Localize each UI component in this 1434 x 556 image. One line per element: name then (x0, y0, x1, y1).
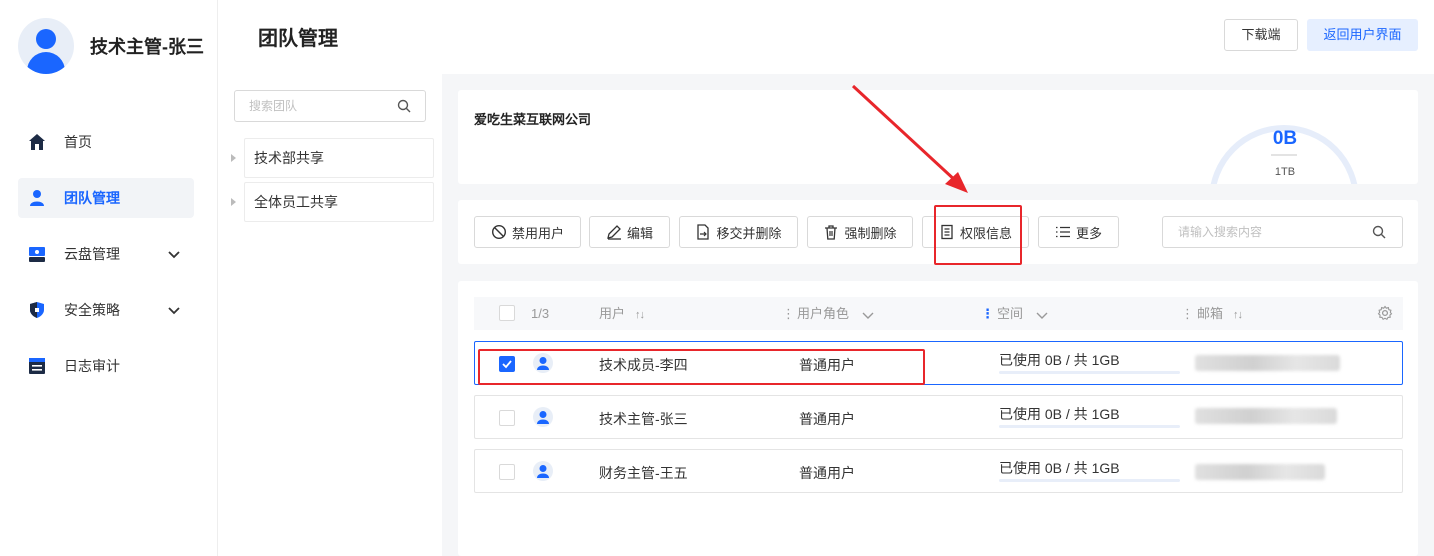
storage-used: 0B (1272, 128, 1298, 149)
sidebar-item-security[interactable]: 安全策略 (18, 290, 194, 330)
sort-icon[interactable]: ↑↓ (635, 309, 645, 321)
page-title: 团队管理 (258, 28, 338, 50)
sidebar-item-home[interactable]: 首页 (18, 122, 194, 162)
team-item-tech-share[interactable]: 技术部共享 (244, 138, 434, 178)
button-label: 强制删除 (844, 225, 897, 241)
sidebar-item-label: 云盘管理 (64, 246, 120, 262)
company-name: 爱吃生菜互联网公司 (474, 112, 592, 127)
ban-icon (491, 224, 507, 240)
column-header-user[interactable]: 用户 ↑↓ (599, 297, 645, 330)
space-usage-bar (999, 425, 1180, 428)
space-usage-cell: 已使用 0B / 共 1GB (999, 406, 1120, 422)
column-header-role[interactable]: 用户角色 (797, 297, 875, 330)
column-header-email[interactable]: 邮箱 ↑↓ (1197, 297, 1243, 330)
role-cell: 普通用户 (799, 465, 855, 481)
team-search-box (234, 90, 426, 122)
column-header-space[interactable]: 空间 (997, 297, 1049, 330)
sort-icon[interactable]: ↑↓ (1233, 309, 1243, 321)
divider (1271, 154, 1297, 156)
shield-icon (28, 301, 46, 319)
space-usage-cell: 已使用 0B / 共 1GB (999, 460, 1120, 476)
pencil-icon (606, 224, 622, 240)
avatar (18, 18, 74, 74)
user-name: 技术主管-张三 (90, 37, 204, 57)
column-resize-handle[interactable]: ⋮ (981, 297, 994, 330)
email-redacted (1195, 355, 1340, 371)
return-user-view-button[interactable]: 返回用户界面 (1307, 19, 1418, 51)
storage-total: 1TB (1274, 166, 1296, 178)
column-label: 空间 (997, 306, 1024, 321)
sidebar-item-label: 首页 (64, 134, 92, 150)
disable-user-button[interactable]: 禁用用户 (474, 216, 581, 248)
chevron-down-icon[interactable] (166, 302, 182, 318)
sidebar: 技术主管-张三 首页 团队管理 云盘管理 安全策略 日志审计 (0, 0, 218, 556)
row-checkbox[interactable] (499, 410, 515, 426)
annotation-highlight-box (934, 205, 1022, 265)
user-avatar-icon (533, 461, 553, 486)
column-resize-handle[interactable]: ⋮ (782, 297, 795, 330)
table-row[interactable]: 技术主管-张三 普通用户 已使用 0B / 共 1GB (474, 395, 1403, 439)
table-row[interactable]: 财务主管-王五 普通用户 已使用 0B / 共 1GB (474, 449, 1403, 493)
space-usage-bar (999, 371, 1180, 374)
chevron-down-icon[interactable] (166, 246, 182, 262)
role-cell: 普通用户 (799, 411, 855, 427)
team-icon (28, 189, 46, 207)
user-avatar-icon (533, 407, 553, 432)
force-delete-button[interactable]: 强制删除 (807, 216, 913, 248)
chevron-down-icon[interactable] (1035, 308, 1049, 322)
caret-right-icon[interactable] (231, 198, 236, 206)
column-resize-handle[interactable]: ⋮ (1181, 297, 1194, 330)
caret-right-icon[interactable] (231, 154, 236, 162)
edit-button[interactable]: 编辑 (589, 216, 670, 248)
column-label: 用户角色 (797, 306, 850, 321)
settings-gear-icon[interactable] (1377, 305, 1393, 326)
log-icon (28, 357, 46, 375)
button-label: 移交并删除 (716, 225, 782, 241)
column-label: 邮箱 (1197, 306, 1224, 321)
sidebar-item-team[interactable]: 团队管理 (18, 178, 194, 218)
trash-icon (823, 224, 839, 240)
table-header: 1/3 用户 ↑↓ ⋮ 用户角色 ⋮ 空间 ⋮ 邮箱 ↑↓ (474, 297, 1403, 330)
file-transfer-icon (695, 224, 711, 240)
list-icon (1055, 224, 1071, 240)
space-usage-bar (999, 479, 1180, 482)
sidebar-item-cloud-drive[interactable]: 云盘管理 (18, 234, 194, 274)
home-icon (28, 133, 46, 151)
cloud-drive-icon (28, 245, 46, 263)
chevron-down-icon[interactable] (861, 308, 875, 322)
annotation-arrow-icon (851, 84, 968, 193)
email-redacted (1195, 464, 1325, 480)
email-redacted (1195, 408, 1337, 424)
button-label: 禁用用户 (511, 225, 564, 241)
button-label: 编辑 (626, 225, 653, 241)
annotation-highlight-box (478, 349, 925, 385)
button-label: 更多 (1075, 225, 1102, 241)
sidebar-item-audit-log[interactable]: 日志审计 (18, 346, 194, 386)
team-item-all-staff-share[interactable]: 全体员工共享 (244, 182, 434, 222)
download-client-button[interactable]: 下载端 (1224, 19, 1298, 51)
user-profile[interactable]: 技术主管-张三 (18, 18, 204, 74)
sidebar-item-label: 日志审计 (64, 358, 120, 374)
more-button[interactable]: 更多 (1038, 216, 1119, 248)
selection-count: 1/3 (531, 306, 550, 321)
user-name-cell: 财务主管-王五 (599, 465, 688, 481)
search-icon[interactable] (1372, 225, 1386, 239)
space-usage-cell: 已使用 0B / 共 1GB (999, 352, 1120, 368)
user-search-box (1162, 216, 1403, 248)
select-all-checkbox[interactable] (499, 305, 515, 321)
user-search-input[interactable] (1163, 217, 1363, 247)
user-name-cell: 技术主管-张三 (599, 411, 688, 427)
column-label: 用户 (599, 306, 626, 321)
sidebar-item-label: 安全策略 (64, 302, 120, 318)
transfer-and-delete-button[interactable]: 移交并删除 (679, 216, 798, 248)
sidebar-item-label: 团队管理 (64, 190, 120, 206)
sidebar-nav: 首页 团队管理 云盘管理 安全策略 日志审计 (18, 122, 194, 402)
team-search-input[interactable] (235, 91, 385, 121)
row-checkbox[interactable] (499, 464, 515, 480)
search-icon[interactable] (397, 99, 411, 113)
